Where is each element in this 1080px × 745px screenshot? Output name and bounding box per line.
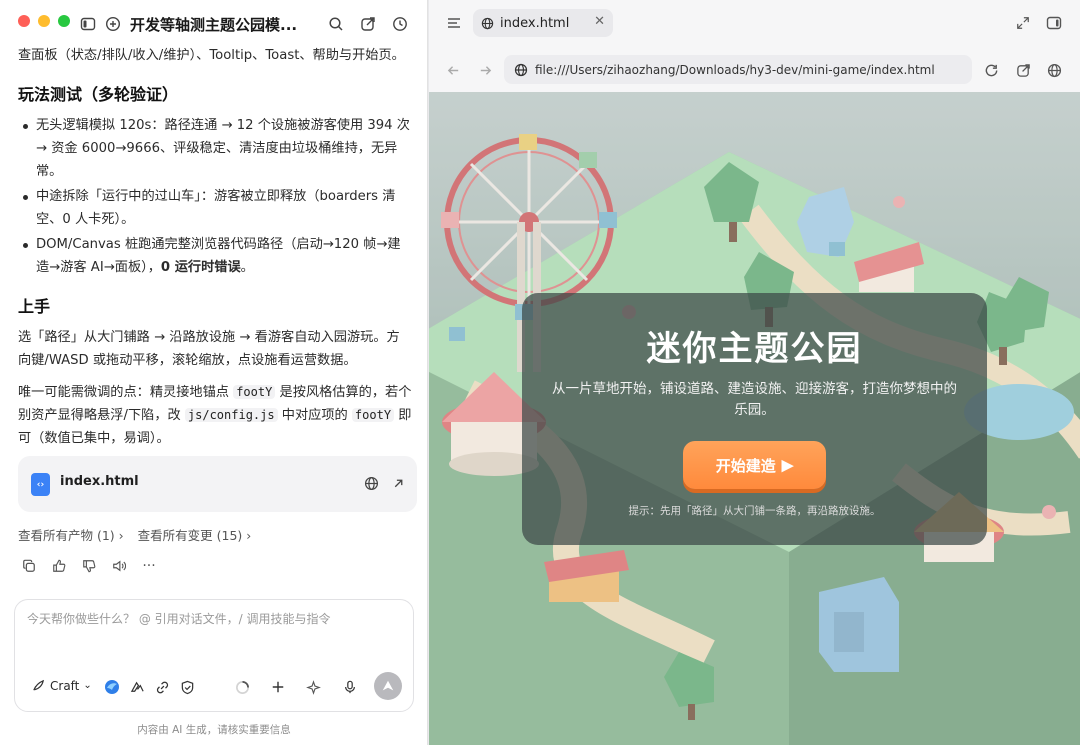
add-icon[interactable]	[269, 678, 287, 696]
open-external-icon[interactable]	[389, 474, 407, 492]
ai-disclaimer: 内容由 AI 生成，请核实重要信息	[137, 724, 291, 736]
craft-icon	[33, 679, 45, 691]
artifact-links: 查看所有产物 (1) › 查看所有变更 (15) ›	[18, 525, 251, 544]
note-text: 唯一可能需微调的点：精灵接地锚点	[18, 385, 234, 400]
reload-icon[interactable]	[981, 60, 1001, 80]
start-building-button[interactable]: 开始建造 ▶	[683, 441, 826, 489]
share-icon[interactable]	[1013, 60, 1033, 80]
speaker-icon[interactable]	[110, 557, 128, 575]
minimize-window-button[interactable]	[38, 15, 50, 27]
sidebar-toggle-icon[interactable]	[78, 14, 98, 34]
chevron-down-icon: ⌄	[83, 680, 92, 691]
search-icon[interactable]	[326, 14, 346, 34]
share-icon[interactable]	[358, 14, 378, 34]
history-icon[interactable]	[390, 14, 410, 34]
game-title: 迷你主题公园	[646, 329, 863, 369]
section-heading-getting-started: 上手	[18, 297, 51, 316]
list-item: DOM/Canvas 桩跑通完整浏览器代码路径（启动→120 帧→建造→游客 A…	[22, 233, 412, 279]
globe-icon	[514, 63, 528, 76]
send-arrow-icon	[382, 680, 394, 691]
message-composer[interactable]: 今天帮你做些什么？ @ 引用对话文件，/ 调用技能与指令 Craft ⌄	[14, 599, 414, 712]
menu-icon[interactable]	[444, 13, 464, 33]
playtest-list: 无头逻辑模拟 120s：路径连通 → 12 个设施被游客使用 394 次 → 资…	[22, 114, 412, 279]
game-subtitle: 从一片草地开始，铺设道路、建造设施、迎接游客，打造你梦想中的乐园。	[552, 381, 957, 418]
code-file-icon: ‹›	[31, 473, 50, 496]
list-item-end: 。	[240, 260, 254, 275]
panel-toggle-icon[interactable]	[1044, 13, 1064, 33]
sparkle-icon[interactable]	[304, 678, 322, 696]
list-item: 中途拆除「运行中的过山车」：游客被立即释放（boarders 清空、0 人卡死）…	[22, 185, 412, 231]
inline-code: footY	[233, 385, 276, 399]
send-button[interactable]	[374, 672, 402, 700]
window-controls	[18, 15, 70, 27]
browser-pane: index.html ✕ file:///Users/zihaozhang/Do…	[429, 0, 1080, 745]
composer-placeholder[interactable]: 今天帮你做些什么？ @ 引用对话文件，/ 调用技能与指令	[27, 610, 331, 627]
url-text[interactable]: file:///Users/zihaozhang/Downloads/hy3-d…	[535, 63, 935, 77]
expand-icon[interactable]	[1013, 13, 1033, 33]
tuning-note: 唯一可能需微调的点：精灵接地锚点 footY 是按风格估算的，若个别资产显得略悬…	[18, 381, 412, 450]
chat-pane: 开发等轴测主题公园模... 查面板（状态/排队/收入/维护）、Tooltip、T…	[0, 0, 428, 745]
view-all-artifacts-link[interactable]: 查看所有产物 (1) ›	[18, 525, 124, 544]
note-text: 中对应项的	[277, 408, 352, 423]
back-icon[interactable]	[443, 60, 463, 80]
message-content: 查面板（状态/排队/收入/维护）、Tooltip、Toast、帮助与开始页。 玩…	[18, 44, 412, 450]
chat-toolbar: 开发等轴测主题公园模...	[0, 0, 427, 48]
intro-text: 查面板（状态/排队/收入/维护）、Tooltip、Toast、帮助与开始页。	[18, 48, 405, 63]
conversation-title: 开发等轴测主题公园模...	[130, 16, 298, 34]
microphone-icon[interactable]	[341, 678, 359, 696]
address-bar[interactable]: file:///Users/zihaozhang/Downloads/hy3-d…	[504, 55, 972, 84]
start-panel: 迷你主题公园 从一片草地开始，铺设道路、建造设施、迎接游客，打造你梦想中的乐园。…	[522, 293, 987, 545]
mode-label: Craft	[50, 678, 80, 693]
forward-icon[interactable]	[475, 60, 495, 80]
zoom-window-button[interactable]	[58, 15, 70, 27]
thumbs-up-icon[interactable]	[50, 557, 68, 575]
close-window-button[interactable]	[18, 15, 30, 27]
browser-tab-bar: index.html ✕	[429, 0, 1080, 46]
play-icon: ▶	[781, 457, 794, 474]
loading-spinner-icon	[233, 678, 251, 696]
tab-label: index.html	[500, 15, 570, 31]
globe-icon[interactable]	[1044, 60, 1064, 80]
more-icon[interactable]: ···	[140, 557, 158, 575]
start-hint: 提示：先用「路径」从大门铺一条路，再沿路放设施。	[628, 505, 881, 517]
tools-icon[interactable]	[128, 678, 146, 696]
browser-icon[interactable]	[103, 678, 121, 696]
copy-icon[interactable]	[20, 557, 38, 575]
getting-started-text: 选「路径」从大门铺路 → 沿路放设施 → 看游客自动入园游玩。方向键/WASD …	[18, 330, 400, 368]
tab-index-html[interactable]: index.html ✕	[473, 9, 613, 37]
close-tab-icon[interactable]: ✕	[594, 14, 605, 29]
start-button-label: 开始建造	[715, 457, 776, 475]
inline-code: js/config.js	[184, 408, 278, 422]
artifact-file-name: index.html	[60, 474, 139, 489]
list-item: 无头逻辑模拟 120s：路径连通 → 12 个设施被游客使用 394 次 → 资…	[22, 114, 412, 183]
mode-selector[interactable]: Craft ⌄	[31, 678, 92, 693]
message-actions: ···	[20, 557, 158, 575]
inline-code: footY	[351, 408, 395, 422]
list-item-bold: 0 运行时错误	[160, 260, 241, 275]
shield-check-icon[interactable]	[178, 678, 196, 696]
section-heading-playtest: 玩法测试（多轮验证）	[18, 85, 179, 104]
artifact-file-card[interactable]: ‹› index.html	[18, 456, 417, 512]
view-all-changes-link[interactable]: 查看所有变更 (15) ›	[138, 525, 252, 544]
link-icon[interactable]	[153, 678, 171, 696]
game-viewport[interactable]: 迷你主题公园 从一片草地开始，铺设道路、建造设施、迎接游客，打造你梦想中的乐园。…	[429, 92, 1080, 745]
globe-icon[interactable]	[362, 474, 380, 492]
thumbs-down-icon[interactable]	[80, 557, 98, 575]
globe-icon	[481, 17, 494, 29]
new-chat-icon[interactable]	[103, 14, 123, 34]
